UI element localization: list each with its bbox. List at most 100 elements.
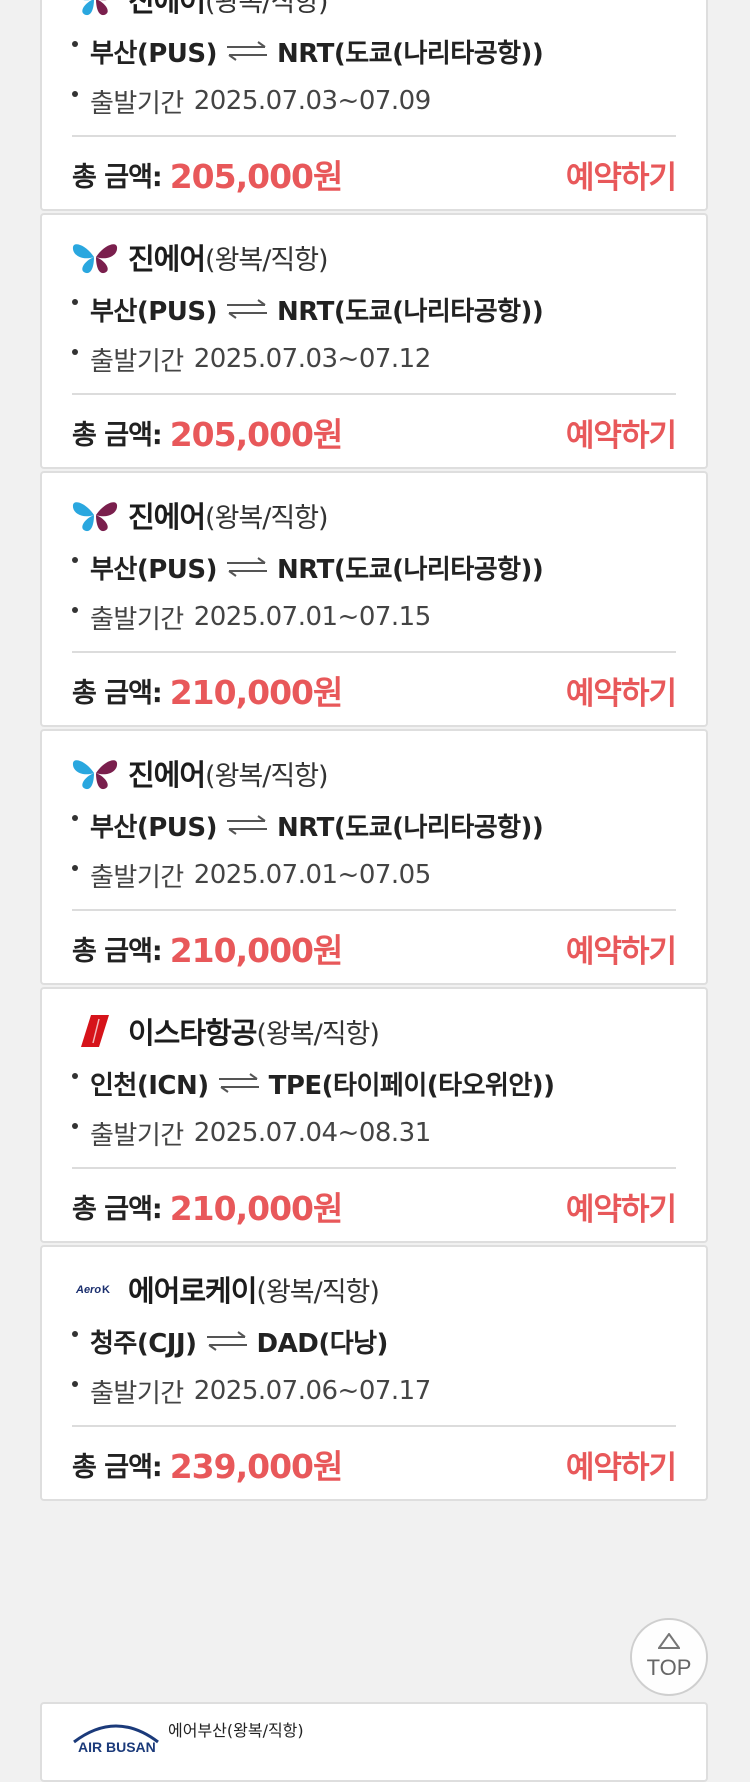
airline-header: AIR BUSAN 에어부산 (왕복/직항) bbox=[72, 1714, 304, 1755]
bullet-icon bbox=[72, 91, 78, 97]
period-line: 출발기간 2025.07.03~07.09 bbox=[72, 81, 431, 121]
flight-type: (왕복/직항) bbox=[226, 1721, 304, 1740]
airline-header: Aero K 에어로케이 (왕복/직항) bbox=[72, 1259, 380, 1319]
bullet-icon bbox=[72, 557, 78, 563]
bullet-icon bbox=[72, 41, 78, 47]
period-line: 출발기간 2025.07.01~07.15 bbox=[72, 597, 431, 637]
flight-type: (왕복/직항) bbox=[205, 0, 329, 18]
period-dates: 2025.07.06~07.17 bbox=[193, 1376, 432, 1406]
deal-card[interactable]: 이스타항공 (왕복/직항) 인천(ICN) TPE(타이페이(타오위안)) 출발… bbox=[40, 987, 708, 1243]
total-price: 210,000원 bbox=[169, 1189, 344, 1228]
triangle-up-icon bbox=[657, 1632, 681, 1653]
airline-name: 진에어 bbox=[128, 500, 206, 534]
flight-type: (왕복/직항) bbox=[256, 1276, 380, 1308]
origin: 부산(PUS) bbox=[90, 812, 218, 843]
deal-card[interactable]: 진에어 (왕복/직항) 부산(PUS) NRT(도쿄(나리타공항)) 출발기간 … bbox=[40, 729, 708, 985]
card-footer: 총 금액: 239,000원 예약하기 bbox=[72, 1437, 677, 1491]
total-label: 총 금액: bbox=[72, 161, 163, 193]
period-dates: 2025.07.03~07.09 bbox=[193, 86, 432, 116]
bullet-icon bbox=[72, 607, 78, 613]
period-label: 출발기간 bbox=[90, 604, 184, 635]
destination: DAD(다낭) bbox=[256, 1328, 389, 1359]
divider bbox=[72, 393, 676, 395]
divider bbox=[72, 135, 676, 137]
origin: 부산(PUS) bbox=[90, 296, 218, 327]
bullet-icon bbox=[72, 349, 78, 355]
jinair-logo-icon bbox=[72, 753, 118, 793]
destination: NRT(도쿄(나리타공항)) bbox=[277, 38, 544, 69]
route-line: 부산(PUS) NRT(도쿄(나리타공항)) bbox=[72, 289, 544, 329]
period-label: 출발기간 bbox=[90, 88, 184, 119]
card-footer: 총 금액: 210,000원 예약하기 bbox=[72, 921, 677, 975]
route-line: 인천(ICN) TPE(타이페이(타오위안)) bbox=[72, 1063, 555, 1103]
jinair-logo-icon bbox=[72, 0, 118, 19]
round-trip-arrow-icon bbox=[225, 814, 269, 836]
card-footer: 총 금액: 210,000원 예약하기 bbox=[72, 663, 677, 717]
period-dates: 2025.07.03~07.12 bbox=[193, 344, 432, 374]
period-dates: 2025.07.04~08.31 bbox=[193, 1118, 432, 1148]
svg-text:Aero: Aero bbox=[75, 1284, 101, 1296]
book-button[interactable]: 예약하기 bbox=[566, 152, 677, 197]
deal-card[interactable]: 진에어 (왕복/직항) 부산(PUS) NRT(도쿄(나리타공항)) 출발기간 … bbox=[40, 471, 708, 727]
destination: NRT(도쿄(나리타공항)) bbox=[277, 812, 544, 843]
flight-type: (왕복/직항) bbox=[256, 1018, 380, 1050]
period-label: 출발기간 bbox=[90, 346, 184, 377]
period-dates: 2025.07.01~07.05 bbox=[193, 860, 432, 890]
deal-card[interactable]: Aero K 에어로케이 (왕복/직항) 청주(CJJ) DAD(다낭) 출발기간… bbox=[40, 1245, 708, 1501]
scroll-top-button[interactable]: TOP bbox=[630, 1618, 708, 1696]
route-line: 부산(PUS) NRT(도쿄(나리타공항)) bbox=[72, 805, 544, 845]
period-label: 출발기간 bbox=[90, 1120, 184, 1151]
round-trip-arrow-icon bbox=[225, 556, 269, 578]
destination: TPE(타이페이(타오위안)) bbox=[268, 1070, 555, 1101]
svg-text:K: K bbox=[102, 1284, 110, 1296]
total-label: 총 금액: bbox=[72, 935, 163, 967]
book-button[interactable]: 예약하기 bbox=[566, 926, 677, 971]
book-button[interactable]: 예약하기 bbox=[566, 1184, 677, 1229]
destination: NRT(도쿄(나리타공항)) bbox=[277, 554, 544, 585]
flight-type: (왕복/직항) bbox=[205, 244, 329, 276]
total-price: 205,000원 bbox=[169, 157, 344, 196]
origin: 인천(ICN) bbox=[90, 1070, 209, 1101]
round-trip-arrow-icon bbox=[205, 1330, 249, 1352]
bullet-icon bbox=[72, 1073, 78, 1079]
total-price: 239,000원 bbox=[169, 1447, 344, 1486]
route-line: 부산(PUS) NRT(도쿄(나리타공항)) bbox=[72, 547, 544, 587]
divider bbox=[72, 909, 676, 911]
svg-text:AIR BUSAN: AIR BUSAN bbox=[78, 1739, 156, 1754]
deal-card-partial[interactable]: AIR BUSAN 에어부산 (왕복/직항) bbox=[40, 1702, 708, 1782]
divider bbox=[72, 1425, 676, 1427]
total-price: 205,000원 bbox=[169, 415, 344, 454]
airline-name: 에어로케이 bbox=[128, 1274, 257, 1308]
card-footer: 총 금액: 210,000원 예약하기 bbox=[72, 1179, 677, 1233]
eastar-logo-icon bbox=[72, 1011, 118, 1051]
total-label: 총 금액: bbox=[72, 1451, 163, 1483]
divider bbox=[72, 651, 676, 653]
deal-card[interactable]: 진에어 (왕복/직항) 부산(PUS) NRT(도쿄(나리타공항)) 출발기간 … bbox=[40, 0, 708, 211]
airline-header: 진에어 (왕복/직항) bbox=[72, 485, 329, 545]
route-line: 청주(CJJ) DAD(다낭) bbox=[72, 1321, 388, 1361]
scroll-top-label: TOP bbox=[646, 1655, 692, 1680]
airline-header: 이스타항공 (왕복/직항) bbox=[72, 1001, 380, 1061]
total-label: 총 금액: bbox=[72, 677, 163, 709]
bullet-icon bbox=[72, 815, 78, 821]
airline-name: 진에어 bbox=[128, 758, 206, 792]
total-label: 총 금액: bbox=[72, 1193, 163, 1225]
jinair-logo-icon bbox=[72, 495, 118, 535]
round-trip-arrow-icon bbox=[225, 298, 269, 320]
bullet-icon bbox=[72, 865, 78, 871]
book-button[interactable]: 예약하기 bbox=[566, 410, 677, 455]
divider bbox=[72, 1167, 676, 1169]
total-price: 210,000원 bbox=[169, 673, 344, 712]
airline-header: 진에어 (왕복/직항) bbox=[72, 227, 329, 287]
bullet-icon bbox=[72, 1381, 78, 1387]
deal-card[interactable]: 진에어 (왕복/직항) 부산(PUS) NRT(도쿄(나리타공항)) 출발기간 … bbox=[40, 213, 708, 469]
period-line: 출발기간 2025.07.04~08.31 bbox=[72, 1113, 431, 1153]
airline-header: 진에어 (왕복/직항) bbox=[72, 743, 329, 803]
flight-type: (왕복/직항) bbox=[205, 760, 329, 792]
period-line: 출발기간 2025.07.03~07.12 bbox=[72, 339, 431, 379]
airline-name: 진에어 bbox=[128, 242, 206, 276]
book-button[interactable]: 예약하기 bbox=[566, 1442, 677, 1487]
bullet-icon bbox=[72, 299, 78, 305]
aerok-logo-icon: Aero K bbox=[72, 1269, 118, 1309]
book-button[interactable]: 예약하기 bbox=[566, 668, 677, 713]
